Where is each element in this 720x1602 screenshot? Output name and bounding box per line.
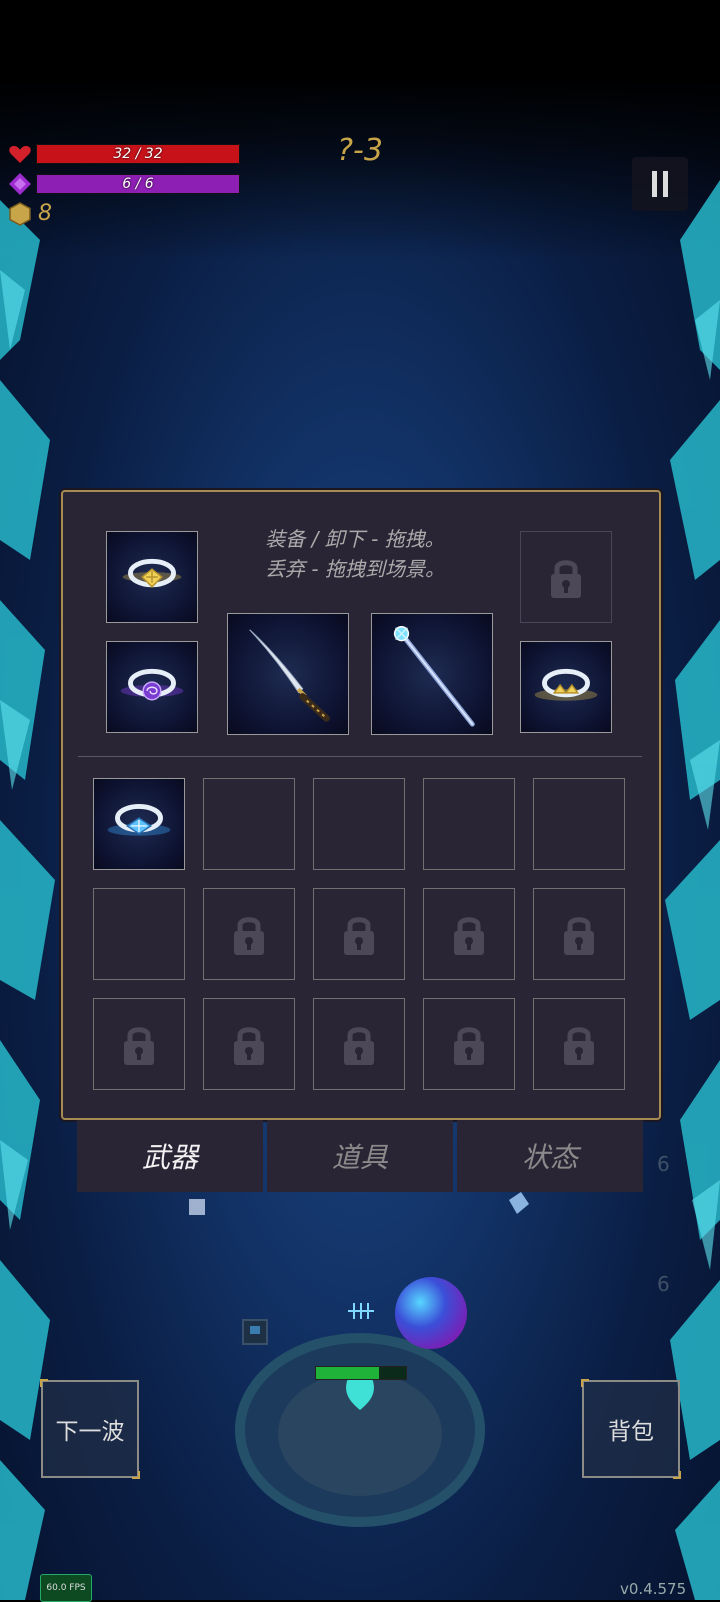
bag-slot-10 [533, 888, 625, 980]
heart-icon [9, 146, 31, 163]
inventory-divider [78, 756, 642, 757]
bag-slot-11 [93, 998, 185, 1090]
hint-discard: 丢弃 - 拖拽到场景。 [265, 557, 445, 581]
mana-text: 6 / 6 [122, 176, 154, 192]
small-crystal-icon [189, 1199, 205, 1215]
bag-slot-9 [423, 888, 515, 980]
tab-items[interactable]: 道具 [267, 1120, 453, 1192]
equip-slot-ring-1[interactable] [106, 531, 198, 623]
health-bar: 32 / 32 [36, 144, 240, 164]
ice-staff-icon [393, 626, 475, 727]
lock-icon [564, 917, 594, 955]
equip-slot-weapon-1[interactable] [227, 613, 349, 735]
faded-counter: 6 [657, 1272, 670, 1296]
hero-health-bar [315, 1366, 407, 1380]
tab-weapons[interactable]: 武器 [77, 1120, 263, 1192]
lock-icon [344, 917, 374, 955]
pause-button[interactable] [632, 157, 688, 211]
bag-slot-8 [313, 888, 405, 980]
inventory-hint: 装备 / 卸下 - 拖拽。 丢弃 - 拖拽到场景。 [205, 524, 505, 584]
lock-icon [454, 917, 484, 955]
orb-icon [395, 1277, 467, 1349]
faded-counter: 6 [657, 1152, 670, 1176]
bag-slot-6[interactable] [93, 888, 185, 980]
bag-slot-1[interactable] [93, 778, 185, 870]
bag-slot-5[interactable] [533, 778, 625, 870]
lock-icon [454, 1027, 484, 1065]
mana-bar: 6 / 6 [36, 174, 240, 194]
gold-ring-icon [534, 668, 598, 701]
mana-diamond-icon [9, 173, 31, 195]
crystal-shard-icon [509, 1192, 529, 1214]
bag-slot-2[interactable] [203, 778, 295, 870]
arena-platform [235, 1333, 485, 1527]
katana-icon [249, 629, 330, 722]
level-indicator: ?-3 [337, 133, 383, 168]
pause-icon-bar [663, 171, 668, 197]
coin-count: 8 [38, 201, 52, 226]
gold-ring-icon [122, 558, 182, 588]
blue-ring-icon [107, 803, 171, 836]
tab-status[interactable]: 状态 [457, 1120, 643, 1192]
turret-icon [242, 1319, 268, 1345]
rune-marker-icon [348, 1303, 374, 1319]
bag-slot-14 [423, 998, 515, 1090]
next-wave-button[interactable]: 下一波 [40, 1379, 140, 1479]
bag-slot-4[interactable] [423, 778, 515, 870]
lock-icon [564, 1027, 594, 1065]
version-label: v0.4.575 [620, 1580, 687, 1598]
lock-icon [551, 560, 581, 598]
lock-icon [234, 1027, 264, 1065]
bag-slot-15 [533, 998, 625, 1090]
hero-health-fill [316, 1367, 379, 1379]
hint-equip: 装备 / 卸下 - 拖拽。 [265, 527, 445, 551]
bag-slot-7 [203, 888, 295, 980]
equip-slot-weapon-2[interactable] [371, 613, 493, 735]
equip-slot-locked [520, 531, 612, 623]
lock-icon [124, 1027, 154, 1065]
bag-slot-13 [313, 998, 405, 1090]
bag-slot-12 [203, 998, 295, 1090]
equip-slot-ring-3[interactable] [520, 641, 612, 733]
fps-counter: 60.0 FPS [40, 1574, 92, 1602]
purple-ring-icon [120, 668, 184, 701]
pause-icon-bar [652, 171, 657, 197]
coin-hexagon-icon [9, 202, 31, 226]
backpack-button[interactable]: 背包 [581, 1379, 681, 1479]
equip-slot-ring-2[interactable] [106, 641, 198, 733]
bag-slot-3[interactable] [313, 778, 405, 870]
health-text: 32 / 32 [113, 146, 163, 162]
lock-icon [344, 1027, 374, 1065]
lock-icon [234, 917, 264, 955]
